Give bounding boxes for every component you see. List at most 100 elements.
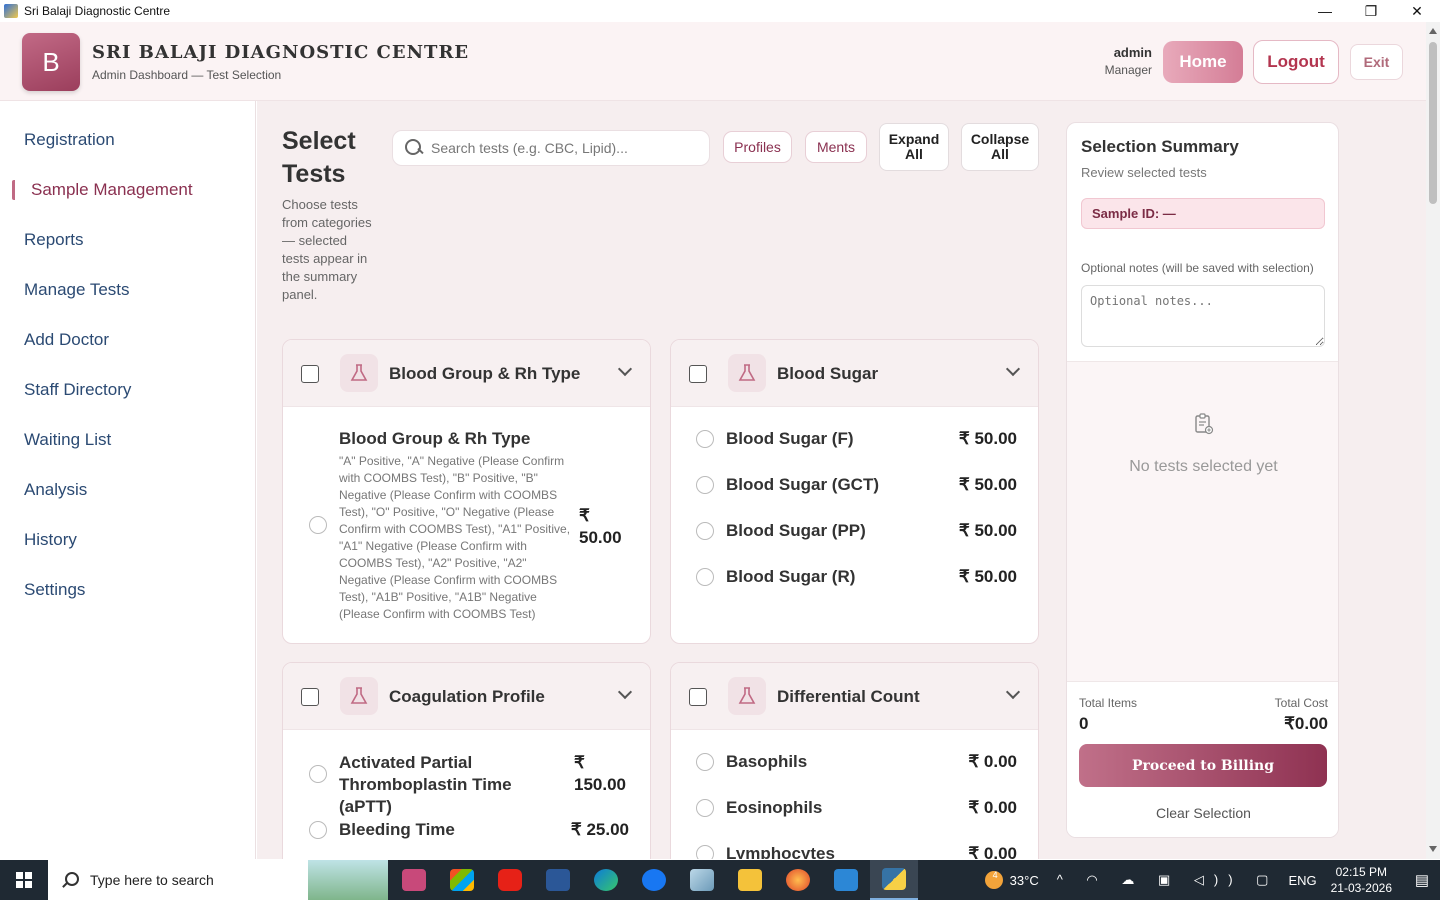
test-item[interactable]: Basophils ₹ 0.00 bbox=[671, 748, 1038, 778]
chevron-down-icon[interactable] bbox=[1005, 361, 1021, 377]
maximize-button[interactable]: ❐ bbox=[1348, 0, 1394, 22]
category-header[interactable]: Blood Group & Rh Type bbox=[283, 340, 650, 407]
sidebar-item-staff-directory[interactable]: Staff Directory bbox=[24, 380, 131, 400]
start-button[interactable] bbox=[0, 860, 48, 900]
clear-selection-button[interactable]: Clear Selection bbox=[1067, 805, 1338, 821]
language-indicator[interactable]: ENG bbox=[1288, 873, 1316, 888]
scroll-up-icon[interactable] bbox=[1429, 28, 1437, 34]
taskbar-app-explorer[interactable] bbox=[726, 860, 774, 900]
test-item[interactable]: Blood Sugar (F) ₹ 50.00 bbox=[671, 425, 1038, 455]
test-item[interactable]: Bleeding Time ₹ 25.00 bbox=[283, 816, 650, 846]
sidebar-item-manage-tests[interactable]: Manage Tests bbox=[24, 280, 130, 300]
taskbar-app-vscode[interactable] bbox=[822, 860, 870, 900]
sidebar-item-analysis[interactable]: Analysis bbox=[24, 480, 87, 500]
taskbar-app-python[interactable] bbox=[870, 860, 918, 900]
sidebar-item-settings[interactable]: Settings bbox=[24, 580, 85, 600]
profiles-button[interactable]: Profiles bbox=[723, 131, 792, 163]
test-item[interactable]: Activated Partial Thromboplastin Time (a… bbox=[283, 748, 650, 816]
category-header[interactable]: Coagulation Profile bbox=[283, 663, 650, 730]
collapse-all-button[interactable]: Collapse All bbox=[961, 123, 1039, 171]
taskbar-app-store[interactable] bbox=[438, 860, 486, 900]
vscode-icon bbox=[834, 869, 858, 891]
sidebar-item-add-doctor[interactable]: Add Doctor bbox=[24, 330, 109, 350]
test-item[interactable]: Blood Sugar (R) ₹ 50.00 bbox=[671, 563, 1038, 593]
test-name: Blood Sugar (PP) bbox=[726, 521, 866, 540]
scroll-thumb[interactable] bbox=[1429, 42, 1437, 204]
category-card-blood-sugar: Blood Sugar Blood Sugar (F) ₹ 50.00 Bloo… bbox=[670, 339, 1039, 644]
chevron-down-icon[interactable] bbox=[617, 361, 633, 377]
test-price: ₹ 0.00 bbox=[968, 798, 1017, 817]
test-description: "A" Positive, "A" Negative (Please Confi… bbox=[339, 454, 571, 621]
minimize-button[interactable]: — bbox=[1302, 0, 1348, 22]
sidebar-item-reports[interactable]: Reports bbox=[24, 230, 84, 250]
pen-app-icon bbox=[402, 869, 426, 891]
taskbar-app-youtube[interactable] bbox=[486, 860, 534, 900]
test-radio[interactable] bbox=[696, 753, 714, 771]
notification-icon[interactable]: ▤ bbox=[1404, 871, 1440, 889]
test-radio[interactable] bbox=[696, 522, 714, 540]
tray-icons[interactable]: ^ ◠ ☁ ▣ ◁)) ▢ bbox=[1057, 872, 1279, 888]
taskbar-app-word[interactable] bbox=[534, 860, 582, 900]
page-scrollbar[interactable] bbox=[1426, 22, 1440, 859]
proceed-to-billing-button[interactable]: Proceed to Billing bbox=[1079, 744, 1327, 787]
taskbar-app-firefox[interactable] bbox=[774, 860, 822, 900]
sidebar-item-waiting-list[interactable]: Waiting List bbox=[24, 430, 111, 450]
notes-textarea[interactable] bbox=[1081, 285, 1325, 347]
clock[interactable]: 02:15 PM 21-03-2026 bbox=[1331, 864, 1392, 896]
window-controls: — ❐ ✕ bbox=[1302, 0, 1440, 22]
windows-taskbar: Type here to search 4 33°C ^ ◠ ☁ ▣ ◁)) ▢… bbox=[0, 860, 1440, 900]
test-price: ₹ 50.00 bbox=[958, 429, 1017, 448]
search-input[interactable] bbox=[431, 140, 691, 156]
test-radio[interactable] bbox=[696, 430, 714, 448]
app-header: B SRI BALAJI DIAGNOSTIC CENTRE Admin Das… bbox=[0, 22, 1426, 101]
test-radio[interactable] bbox=[309, 821, 327, 839]
close-button[interactable]: ✕ bbox=[1394, 0, 1440, 22]
search-highlight-image bbox=[308, 860, 388, 900]
logout-button[interactable]: Logout bbox=[1253, 40, 1339, 84]
exit-button[interactable]: Exit bbox=[1350, 44, 1403, 80]
test-price: ₹ 0.00 bbox=[968, 752, 1017, 771]
main-content: Select Tests Choose tests from categorie… bbox=[257, 101, 1426, 859]
category-checkbox[interactable] bbox=[301, 688, 319, 706]
taskbar-app-notes[interactable] bbox=[678, 860, 726, 900]
category-header[interactable]: Blood Sugar bbox=[671, 340, 1038, 407]
expand-all-button[interactable]: Expand All bbox=[879, 123, 949, 171]
taskbar-app-pen[interactable] bbox=[390, 860, 438, 900]
test-radio[interactable] bbox=[696, 568, 714, 586]
test-item[interactable]: Blood Sugar (GCT) ₹ 50.00 bbox=[671, 471, 1038, 501]
taskbar-app-edge[interactable] bbox=[582, 860, 630, 900]
selected-tests-list bbox=[1067, 361, 1338, 681]
page-description: Choose tests from categories — selected … bbox=[282, 197, 372, 302]
summary-title: Selection Summary bbox=[1081, 137, 1239, 156]
taskbar-app-facebook[interactable] bbox=[630, 860, 678, 900]
test-price: ₹ 50.00 bbox=[958, 521, 1017, 540]
ments-button[interactable]: Ments bbox=[805, 131, 867, 163]
test-radio[interactable] bbox=[696, 476, 714, 494]
sidebar-item-sample-management[interactable]: Sample Management bbox=[12, 180, 193, 200]
test-item[interactable]: Eosinophils ₹ 0.00 bbox=[671, 794, 1038, 824]
sidebar-item-registration[interactable]: Registration bbox=[24, 130, 115, 150]
scroll-down-icon[interactable] bbox=[1429, 846, 1437, 852]
search-icon bbox=[62, 872, 79, 888]
taskbar-search[interactable]: Type here to search bbox=[48, 860, 388, 900]
test-item[interactable]: Blood Group & Rh Type "A" Positive, "A" … bbox=[283, 407, 650, 643]
weather-widget[interactable]: 4 33°C bbox=[984, 870, 1039, 889]
category-header[interactable]: Differential Count bbox=[671, 663, 1038, 730]
category-checkbox[interactable] bbox=[689, 688, 707, 706]
chevron-down-icon[interactable] bbox=[1005, 684, 1021, 700]
category-card-differential-count: Differential Count Basophils ₹ 0.00 Eosi… bbox=[670, 662, 1039, 859]
totals-bar: Total Items 0 Total Cost ₹0.00 Proceed t… bbox=[1067, 681, 1338, 837]
test-radio[interactable] bbox=[696, 845, 714, 859]
home-button[interactable]: Home bbox=[1163, 41, 1243, 83]
test-radio[interactable] bbox=[309, 765, 327, 783]
test-radio[interactable] bbox=[309, 516, 327, 534]
category-checkbox[interactable] bbox=[689, 365, 707, 383]
total-cost-label: Total Cost bbox=[1274, 696, 1328, 710]
chevron-down-icon[interactable] bbox=[617, 684, 633, 700]
firefox-icon bbox=[786, 869, 810, 891]
sidebar-item-history[interactable]: History bbox=[24, 530, 77, 550]
category-checkbox[interactable] bbox=[301, 365, 319, 383]
test-item[interactable]: Blood Sugar (PP) ₹ 50.00 bbox=[671, 517, 1038, 547]
test-item[interactable]: Lymphocytes ₹ 0.00 bbox=[671, 840, 1038, 859]
test-radio[interactable] bbox=[696, 799, 714, 817]
